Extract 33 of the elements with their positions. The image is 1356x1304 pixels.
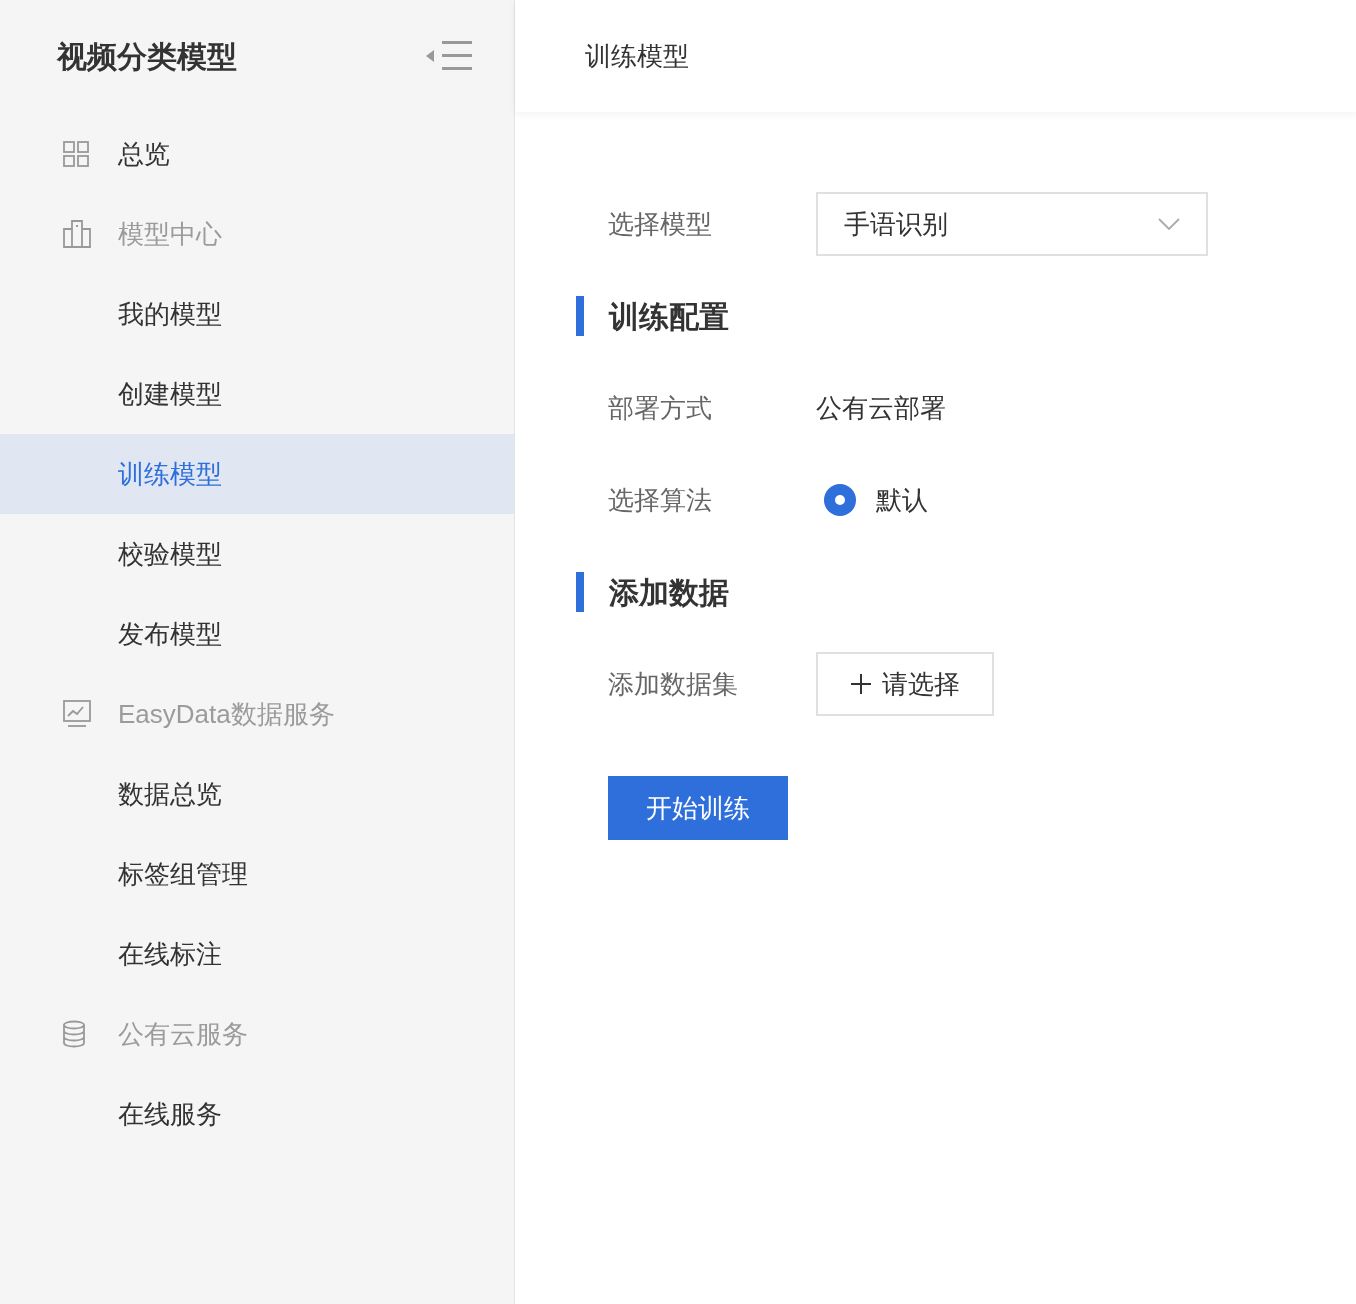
field-label: 选择算法 — [607, 483, 713, 517]
sidebar-item[interactable]: 发布模型 — [0, 594, 514, 674]
field-label: 部署方式 — [607, 391, 713, 425]
section-heading: 训练配置 — [609, 298, 729, 335]
start-training-button[interactable]: 开始训练 — [608, 776, 788, 840]
section-marker — [576, 572, 584, 612]
plus-icon — [850, 673, 872, 695]
sidebar-item[interactable]: 我的模型 — [0, 274, 514, 354]
radio-button[interactable] — [824, 484, 856, 516]
select-dataset-button[interactable]: 请选择 — [816, 652, 994, 716]
database-icon — [62, 1020, 86, 1048]
sidebar-item[interactable]: 训练模型 — [0, 434, 514, 514]
sidebar-item[interactable]: 标签组管理 — [0, 834, 514, 914]
sidebar-item[interactable]: 校验模型 — [0, 514, 514, 594]
model-select[interactable]: 手语识别 — [816, 192, 1208, 256]
sidebar-item[interactable]: 创建模型 — [0, 354, 514, 434]
section-heading: 添加数据 — [609, 574, 729, 611]
grid-icon — [62, 140, 90, 168]
radio-option[interactable]: 默认 — [824, 480, 928, 520]
section-marker — [576, 296, 584, 336]
sidebar-item[interactable]: 数据总览 — [0, 754, 514, 834]
collapse-menu-icon[interactable] — [426, 41, 474, 71]
sidebar-item[interactable]: 在线服务 — [0, 1074, 514, 1154]
field-label: 添加数据集 — [607, 667, 739, 701]
app-title: 视频分类模型 — [57, 38, 237, 75]
field-label: 选择模型 — [607, 207, 713, 241]
chevron-down-icon — [1158, 218, 1180, 230]
sidebar-item[interactable]: 总览 — [0, 114, 514, 194]
building-icon — [62, 219, 92, 249]
field-value: 公有云部署 — [816, 391, 946, 425]
sidebar-item[interactable]: 在线标注 — [0, 914, 514, 994]
page-title: 训练模型 — [585, 39, 689, 73]
line-chart-icon — [62, 699, 92, 729]
